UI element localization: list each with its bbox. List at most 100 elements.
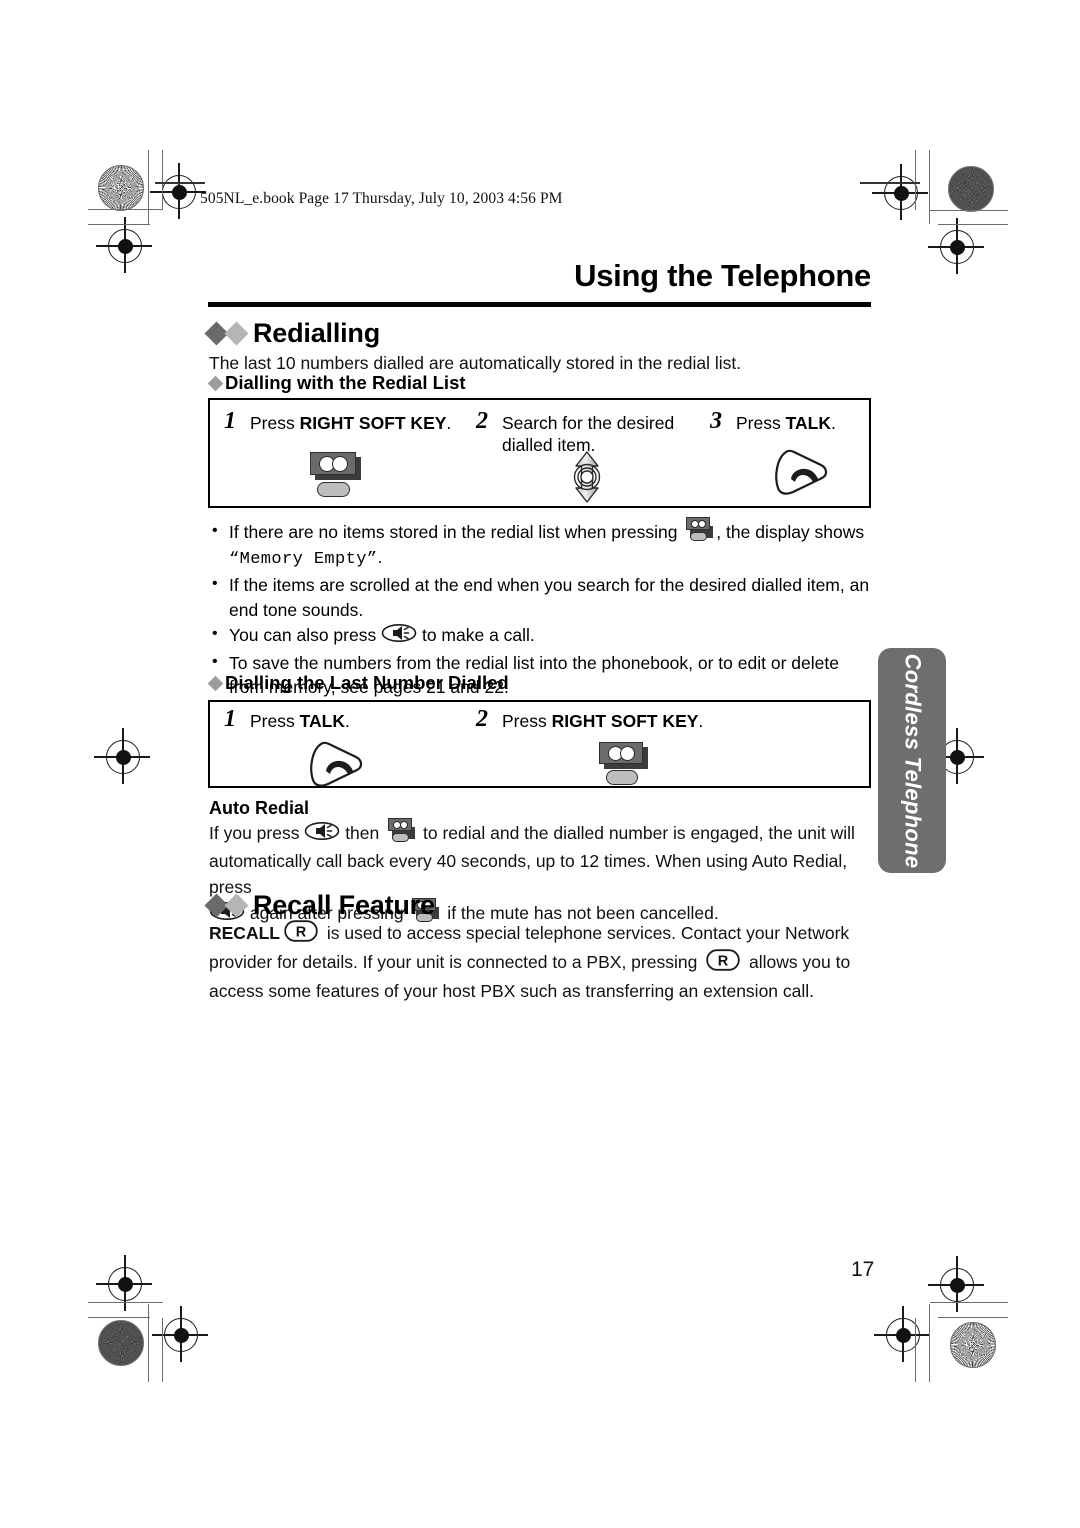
recall-text-a: is used to access special telephone serv… bbox=[321, 923, 850, 944]
crop-mark-bottom-right-h2 bbox=[938, 1317, 1008, 1319]
crop-mark-bottom-left-v2 bbox=[162, 1318, 164, 1382]
crop-mark-top-left-v2 bbox=[162, 150, 164, 210]
step-text: Press RIGHT SOFT KEY. bbox=[250, 412, 454, 434]
step-text-prefix: Press bbox=[250, 413, 300, 433]
crop-mark-top-left-h2 bbox=[88, 224, 150, 226]
recall-key-icon: R bbox=[706, 949, 740, 978]
section-heading-label: Recall Feature bbox=[253, 890, 435, 920]
step-text-suffix: . bbox=[344, 711, 350, 731]
speakerphone-icon bbox=[381, 623, 417, 650]
section-heading-redialling: Redialling bbox=[204, 318, 381, 349]
step-text-prefix: Press bbox=[502, 711, 552, 731]
printed-page: 505NL_e.book Page 17 Thursday, July 10, … bbox=[0, 0, 1080, 1528]
meta-rule-right bbox=[860, 182, 920, 184]
step-box-redial-list: 1 Press RIGHT SOFT KEY. 2 Search for the… bbox=[208, 398, 871, 508]
step-text-suffix: . bbox=[698, 711, 704, 731]
meta-rule-left bbox=[155, 182, 205, 184]
step-number: 1 bbox=[224, 408, 236, 434]
registration-burst-bottom-left bbox=[98, 1320, 144, 1366]
step-text-prefix: Press bbox=[736, 413, 786, 433]
step-2: 2 Press RIGHT SOFT KEY. bbox=[476, 706, 746, 732]
step-text-key: TALK bbox=[785, 413, 831, 433]
note-text-b: to make a call. bbox=[417, 625, 535, 645]
note-text-a: You can also press bbox=[229, 625, 382, 645]
registration-burst-bottom-right bbox=[950, 1322, 996, 1368]
navigator-icon bbox=[565, 450, 609, 509]
svg-text:R: R bbox=[718, 954, 729, 970]
step-number: 2 bbox=[476, 706, 488, 732]
step-number: 3 bbox=[710, 408, 722, 434]
step-number: 1 bbox=[224, 706, 236, 732]
display-message-memory-empty: “Memory Empty” bbox=[229, 549, 378, 569]
talk-icon bbox=[772, 448, 830, 503]
section-heading-label: Redialling bbox=[253, 318, 381, 348]
page-title: Using the Telephone bbox=[574, 258, 871, 293]
recall-text-b: provider for details. If your unit is co… bbox=[209, 952, 703, 973]
auto-redial-text-b: then bbox=[340, 823, 385, 843]
auto-redial-text-a: If you press bbox=[209, 823, 305, 843]
talk-icon bbox=[307, 740, 365, 795]
step-3: 3 Press TALK. bbox=[710, 408, 860, 434]
diamond-light-icon bbox=[224, 321, 249, 346]
heading-auto-redial: Auto Redial bbox=[209, 798, 310, 818]
registration-crosshair-top-left-b bbox=[96, 217, 152, 273]
registration-crosshair-top-left-a bbox=[150, 163, 206, 219]
step-text: Press TALK. bbox=[736, 412, 860, 434]
list-item: If there are no items stored in the redi… bbox=[210, 516, 875, 572]
soft-key-icon bbox=[306, 452, 368, 500]
crop-mark-top-right-h2 bbox=[938, 224, 1008, 226]
subheading-dialling-last-number: Dialling the Last Number Dialled bbox=[207, 672, 509, 694]
note-text-b: , the display shows bbox=[716, 522, 865, 542]
crop-mark-top-right-v1 bbox=[929, 150, 931, 224]
note-text-a: If there are no items stored in the redi… bbox=[229, 522, 683, 542]
step-text-suffix: . bbox=[830, 413, 836, 433]
section-heading-recall-feature: Recall Feature bbox=[204, 890, 435, 921]
registration-burst-top-right bbox=[948, 166, 994, 212]
step-1: 1 Press RIGHT SOFT KEY. bbox=[224, 408, 454, 434]
soft-key-icon bbox=[595, 742, 657, 788]
recall-text-c: allows you to bbox=[744, 952, 851, 973]
crop-mark-top-left-v1 bbox=[148, 150, 150, 224]
step-text-key: RIGHT SOFT KEY bbox=[299, 413, 447, 433]
subheading-label: Dialling the Last Number Dialled bbox=[225, 672, 509, 693]
list-item: If the items are scrolled at the end whe… bbox=[210, 572, 875, 622]
svg-text:R: R bbox=[296, 925, 307, 941]
registration-crosshair-bottom-right-a bbox=[928, 1256, 984, 1312]
step-text-suffix: . bbox=[446, 413, 452, 433]
recall-text-d: access some features of your host PBX su… bbox=[209, 981, 815, 1001]
diamond-light-icon bbox=[224, 893, 249, 918]
side-tab-cordless-telephone: Cordless Telephone bbox=[878, 648, 946, 873]
step-number: 2 bbox=[476, 408, 488, 434]
subheading-dialling-with-redial-list: Dialling with the Redial List bbox=[207, 372, 466, 394]
recall-paragraph: RECALL R is used to access special telep… bbox=[209, 920, 881, 1004]
soft-key-icon bbox=[684, 516, 714, 544]
recall-label: RECALL bbox=[209, 923, 280, 944]
auto-redial-text-c: to redial and the dialled number is enga… bbox=[418, 823, 855, 843]
speakerphone-icon bbox=[304, 821, 340, 848]
soft-key-icon bbox=[386, 817, 416, 845]
crop-mark-bottom-right-h1 bbox=[930, 1302, 1008, 1304]
step-text-prefix: Press bbox=[250, 711, 300, 731]
file-meta-line: 505NL_e.book Page 17 Thursday, July 10, … bbox=[200, 190, 563, 207]
crop-mark-top-right-h1 bbox=[930, 210, 1008, 212]
crop-mark-top-right-v2 bbox=[915, 150, 917, 210]
registration-burst-top-left bbox=[98, 165, 144, 211]
crop-mark-bottom-right-v1 bbox=[929, 1304, 931, 1382]
crop-mark-bottom-left-h2 bbox=[88, 1317, 150, 1319]
crop-mark-bottom-left-h1 bbox=[88, 1302, 163, 1304]
title-underline bbox=[208, 302, 871, 307]
page-number: 17 bbox=[851, 1258, 875, 1281]
crop-mark-bottom-left-v1 bbox=[148, 1304, 150, 1382]
step-1: 1 Press TALK. bbox=[224, 706, 444, 732]
step-text: Press RIGHT SOFT KEY. bbox=[502, 710, 746, 732]
step-text-key: TALK bbox=[299, 711, 345, 731]
list-item: You can also press to make a call. bbox=[210, 622, 875, 650]
crop-mark-bottom-right-v2 bbox=[915, 1318, 917, 1382]
step-text: Press TALK. bbox=[250, 710, 444, 732]
registration-crosshair-mid-left bbox=[94, 728, 150, 784]
note-text: If the items are scrolled at the end whe… bbox=[229, 575, 870, 620]
crop-mark-top-left-h1 bbox=[88, 209, 163, 211]
recall-key-icon: R bbox=[284, 920, 318, 949]
side-tab-label: Cordless Telephone bbox=[900, 653, 926, 868]
step-box-last-number: 1 Press TALK. 2 Press RIGHT SOFT KEY. bbox=[208, 700, 871, 788]
